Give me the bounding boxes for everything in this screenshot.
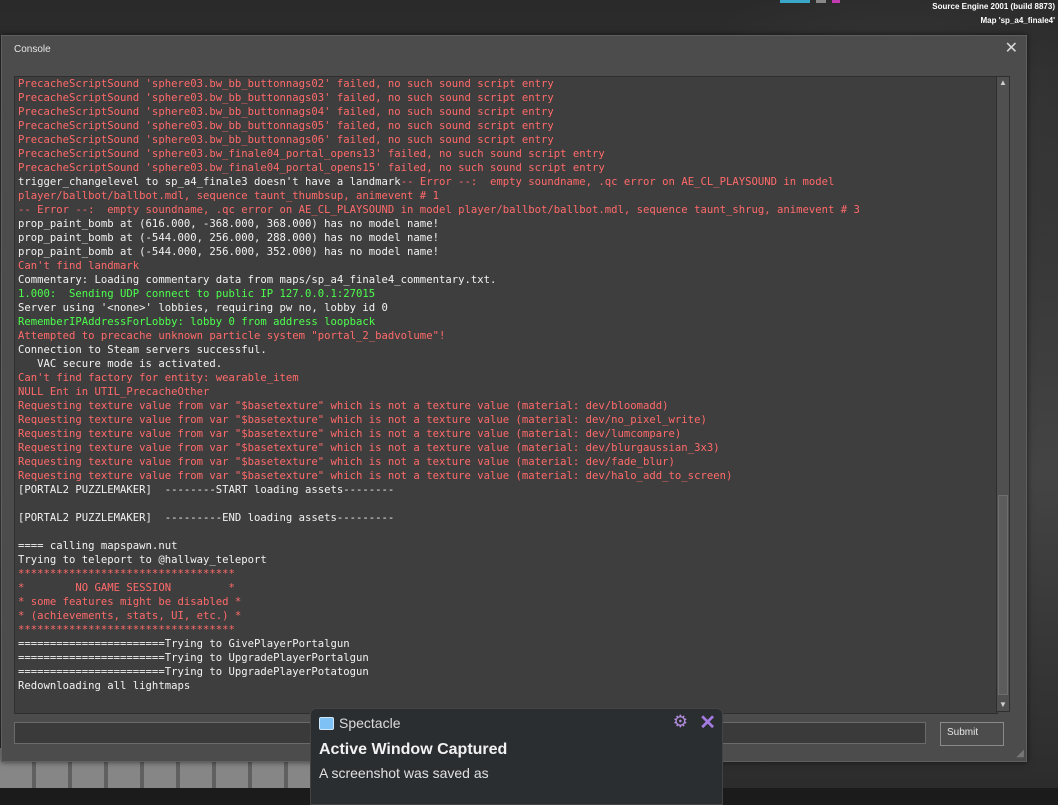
notification-title: Active Window Captured [319, 741, 508, 758]
engine-build-text: Source Engine 2001 (build 8873) [932, 2, 1055, 11]
console-line: -- Error --: empty soundname, .qc error … [18, 204, 860, 216]
console-line: Attempted to precache unknown particle s… [18, 330, 446, 342]
close-icon[interactable]: ✕ [699, 710, 716, 735]
console-line: PrecacheScriptSound 'sphere03.bw_finale0… [18, 148, 605, 160]
console-line: PrecacheScriptSound 'sphere03.bw_bb_butt… [18, 92, 554, 104]
console-line: NULL Ent in UTIL_PrecacheOther [18, 386, 210, 398]
console-line: Can't find landmark [18, 260, 140, 272]
console-line: Requesting texture value from var "$base… [18, 428, 682, 440]
console-line: =======================Trying to Upgrade… [18, 652, 369, 664]
console-line: ********************************** [18, 624, 235, 636]
console-line: Server using '<none>' lobbies, requiring… [18, 302, 388, 314]
console-line: VAC secure mode is activated. [18, 358, 223, 370]
console-line: trigger_changelevel to sp_a4_finale3 doe… [18, 175, 997, 189]
console-line: 1.000: Sending UDP connect to public IP … [18, 288, 376, 300]
console-line: Requesting texture value from var "$base… [18, 470, 733, 482]
console-line: ==== calling mapspawn.nut [18, 540, 178, 552]
console-line: [PORTAL2 PUZZLEMAKER] ---------END loadi… [18, 512, 395, 524]
console-line-segment-error: -- Error --: empty soundname, .qc error … [400, 176, 835, 188]
console-line: PrecacheScriptSound 'sphere03.bw_finale0… [18, 162, 605, 174]
console-line: PrecacheScriptSound 'sphere03.bw_bb_butt… [18, 120, 554, 132]
scroll-up-arrow-icon[interactable]: ▲ [997, 77, 1009, 89]
engine-info-overlay: Source Engine 2001 (build 8873) Map 'sp_… [932, 0, 1055, 28]
gear-icon[interactable]: ⚙ [673, 712, 688, 732]
resize-grip-icon[interactable]: ◢ [1016, 748, 1024, 759]
console-line: =======================Trying to Upgrade… [18, 666, 369, 678]
scroll-thumb[interactable] [998, 495, 1008, 695]
screenshot-notification: Spectacle ⚙ ✕ Active Window Captured A s… [310, 708, 723, 805]
console-line: prop_paint_bomb at (616.000, -368.000, 3… [18, 218, 439, 230]
console-output[interactable]: PrecacheScriptSound 'sphere03.bw_bb_butt… [14, 76, 998, 714]
scroll-down-arrow-icon[interactable]: ▼ [997, 699, 1009, 711]
notification-body: A screenshot was saved as [319, 765, 489, 781]
console-line: Commentary: Loading commentary data from… [18, 274, 497, 286]
console-line: Requesting texture value from var "$base… [18, 400, 669, 412]
console-line: Connection to Steam servers successful. [18, 344, 267, 356]
console-line: * some features might be disabled * [18, 596, 242, 608]
console-line: PrecacheScriptSound 'sphere03.bw_bb_butt… [18, 78, 554, 90]
console-line: prop_paint_bomb at (-544.000, 256.000, 2… [18, 232, 439, 244]
console-line: player/ballbot/ballbot.mdl, sequence tau… [18, 190, 439, 202]
hud-status-bar [780, 0, 875, 3]
console-line: =======================Trying to GivePla… [18, 638, 350, 650]
console-line: RememberIPAddressForLobby: lobby 0 from … [18, 316, 376, 328]
console-line: Can't find factory for entity: wearable_… [18, 372, 299, 384]
console-line: Trying to teleport to @hallway_teleport [18, 554, 267, 566]
console-line: * (achievements, stats, UI, etc.) * [18, 610, 242, 622]
submit-button[interactable]: Submit [940, 722, 1004, 746]
console-scrollbar[interactable]: ▲ ▼ [996, 76, 1010, 712]
spectacle-app-icon [319, 717, 334, 730]
console-title: Console [14, 44, 51, 55]
console-line: * NO GAME SESSION * [18, 582, 235, 594]
console-line: ********************************** [18, 568, 235, 580]
console-line: PrecacheScriptSound 'sphere03.bw_bb_butt… [18, 134, 554, 146]
console-line: [PORTAL2 PUZZLEMAKER] --------START load… [18, 484, 395, 496]
console-line: Requesting texture value from var "$base… [18, 442, 720, 454]
console-line: Redownloading all lightmaps [18, 680, 191, 692]
notification-app-name: Spectacle [339, 715, 401, 731]
console-line-segment: trigger_changelevel to sp_a4_finale3 doe… [18, 176, 401, 188]
close-icon[interactable]: ✕ [1005, 41, 1018, 57]
console-line: prop_paint_bomb at (-544.000, 256.000, 3… [18, 246, 439, 258]
console-line: PrecacheScriptSound 'sphere03.bw_bb_butt… [18, 106, 554, 118]
console-line: Requesting texture value from var "$base… [18, 456, 675, 468]
console-lines: PrecacheScriptSound 'sphere03.bw_bb_butt… [15, 77, 997, 693]
console-line: Requesting texture value from var "$base… [18, 414, 707, 426]
map-name-text: Map 'sp_a4_finale4' [980, 16, 1055, 25]
console-window: Console ✕ PrecacheScriptSound 'sphere03.… [1, 35, 1027, 762]
